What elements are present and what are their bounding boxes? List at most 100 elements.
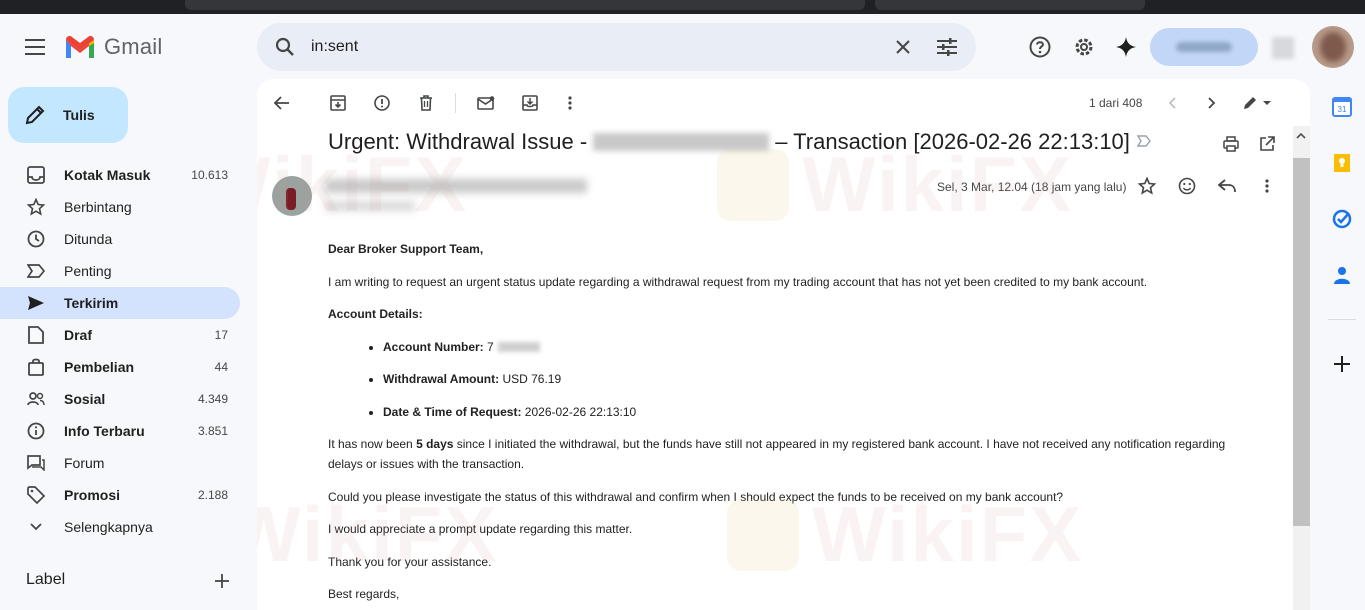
add-reaction-button[interactable]	[1173, 172, 1201, 200]
detail-value: 7	[487, 339, 494, 354]
reply-button[interactable]	[1213, 172, 1241, 200]
contacts-app-button[interactable]	[1322, 255, 1362, 295]
open-in-new-icon	[1260, 136, 1275, 151]
account-avatar[interactable]	[1312, 26, 1354, 68]
redacted-account-number	[497, 342, 540, 353]
redacted-sender-name	[325, 179, 587, 193]
sidebar-item-count: 3.851	[197, 424, 228, 438]
list-item: Withdrawal Amount: USD 76.19	[383, 369, 1258, 389]
main-menu-button[interactable]	[16, 27, 56, 67]
calendar-app-button[interactable]: 31	[1322, 87, 1362, 127]
chevron-left-icon	[1168, 97, 1176, 109]
sidebar-item-inbox[interactable]: Kotak Masuk 10.613	[0, 159, 240, 191]
paragraph: Thank you for your assistance.	[328, 554, 492, 569]
browser-tab-strip[interactable]	[875, 0, 1145, 10]
google-apps-icon[interactable]	[1272, 37, 1294, 59]
list-item: Account Number: 7	[383, 337, 1258, 357]
arrow-back-icon	[274, 96, 289, 110]
report-spam-button[interactable]	[365, 86, 399, 120]
people-icon	[26, 389, 46, 409]
archive-button[interactable]	[321, 86, 355, 120]
sidebar-item-important[interactable]: Penting	[0, 255, 240, 287]
sidebar-item-social[interactable]: Sosial 4.349	[0, 383, 240, 415]
account-chip[interactable]	[1150, 28, 1258, 66]
sidebar-item-more[interactable]: Selengkapnya	[0, 511, 240, 543]
detail-label: Account Number:	[383, 339, 484, 354]
close-icon	[896, 40, 910, 54]
keep-app-button[interactable]	[1322, 143, 1362, 183]
list-item: Date & Time of Request: 2026-02-26 22:13…	[383, 402, 1258, 422]
plus-icon	[215, 574, 229, 588]
emoji-icon	[1178, 177, 1196, 195]
sidebar-item-updates[interactable]: Info Terbaru 3.851	[0, 415, 240, 447]
detail-label: Date & Time of Request:	[383, 404, 522, 419]
shopping-bag-icon	[26, 357, 46, 377]
mark-unread-button[interactable]	[469, 86, 503, 120]
scrollbar-thumb[interactable]	[1293, 158, 1310, 526]
delete-button[interactable]	[409, 86, 443, 120]
sidebar-item-promotions[interactable]: Promosi 2.188	[0, 479, 240, 511]
sidebar-item-label: Berbintang	[64, 199, 132, 215]
sidebar-item-snoozed[interactable]: Ditunda	[0, 223, 240, 255]
side-panel-divider	[1328, 319, 1356, 320]
calendar-icon: 31	[1332, 97, 1352, 117]
scroll-up-arrow-icon[interactable]	[1296, 132, 1306, 140]
sidebar-item-drafts[interactable]: Draf 17	[0, 319, 240, 351]
create-label-button[interactable]	[208, 568, 236, 594]
clear-search-button[interactable]	[883, 27, 923, 67]
browser-address-bar[interactable]	[185, 0, 865, 10]
sidebar-item-label: Penting	[64, 263, 112, 279]
older-button[interactable]	[1195, 86, 1229, 120]
help-button[interactable]	[1020, 27, 1060, 67]
search-bar[interactable]	[257, 23, 976, 71]
subject-prefix: Urgent: Withdrawal Issue -	[328, 129, 588, 154]
message-scrollbar[interactable]	[1293, 126, 1310, 610]
search-button[interactable]	[265, 27, 305, 67]
open-new-window-button[interactable]	[1251, 128, 1283, 160]
sidebar-item-starred[interactable]: Berbintang	[0, 191, 240, 223]
detail-value: USD 76.19	[499, 372, 562, 386]
sidebar-item-sent[interactable]: Terkirim	[0, 287, 240, 319]
message-body: Dear Broker Support Team, I am writing t…	[328, 239, 1258, 610]
archive-icon	[330, 95, 346, 111]
input-tools-button[interactable]	[1237, 86, 1277, 120]
sidebar-item-label: Pembelian	[64, 359, 135, 375]
sidebar-item-label: Forum	[64, 455, 105, 471]
search-options-button[interactable]	[927, 27, 967, 67]
sender-avatar[interactable]	[272, 176, 312, 216]
star-message-button[interactable]	[1133, 172, 1161, 200]
closing: Best regards,	[328, 587, 400, 601]
back-button[interactable]	[265, 86, 299, 120]
mark-unread-icon	[477, 96, 495, 110]
message-view: 1 dari 408 Urgent: Withdrawal Issue - – …	[257, 79, 1310, 610]
newer-button[interactable]	[1155, 86, 1189, 120]
move-to-button[interactable]	[513, 86, 547, 120]
sidebar-item-forums[interactable]: Forum	[0, 447, 240, 479]
greeting: Dear Broker Support Team,	[328, 242, 484, 256]
sidebar-item-count: 17	[214, 328, 228, 342]
side-panel: 31	[1318, 79, 1365, 610]
chevron-down-icon	[26, 517, 46, 537]
more-actions-button[interactable]	[553, 86, 587, 120]
print-button[interactable]	[1215, 128, 1247, 160]
compose-button[interactable]: Tulis	[8, 87, 128, 143]
tasks-app-button[interactable]	[1322, 199, 1362, 239]
gemini-button[interactable]	[1106, 27, 1146, 67]
keep-icon	[1334, 154, 1350, 172]
message-more-button[interactable]	[1253, 172, 1281, 200]
sidebar-item-purchases[interactable]: Pembelian 44	[0, 351, 240, 383]
search-input[interactable]	[311, 35, 871, 59]
info-icon	[26, 421, 46, 441]
get-addons-button[interactable]	[1322, 344, 1362, 384]
label-important-icon	[1136, 135, 1151, 147]
gmail-logo[interactable]: Gmail	[64, 34, 162, 60]
sidebar-item-label: Promosi	[64, 487, 121, 503]
print-icon	[1223, 136, 1239, 152]
star-icon	[1138, 177, 1156, 195]
redacted-broker-name	[593, 133, 770, 151]
sidebar-item-label: Draf	[64, 327, 93, 343]
importance-marker[interactable]	[1136, 134, 1151, 152]
detail-value: 2026-02-26 22:13:10	[521, 404, 637, 419]
sidebar-item-label: Terkirim	[64, 295, 119, 311]
settings-button[interactable]	[1064, 27, 1104, 67]
